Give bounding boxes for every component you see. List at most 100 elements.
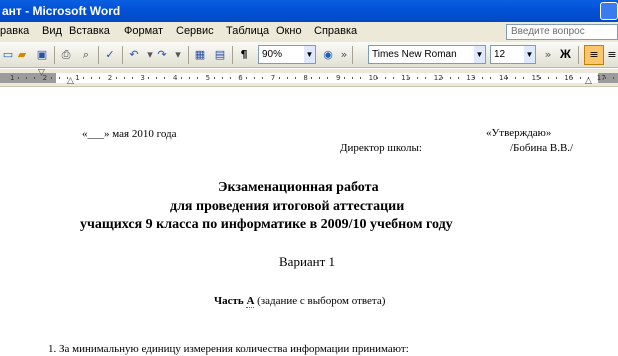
ruler-number: 9 (336, 74, 341, 82)
ruler-tick (156, 77, 158, 79)
part-letter: А (246, 295, 255, 308)
chevron-down-icon: ▼ (524, 46, 535, 63)
part-heading: Часть А (задание с выбором ответа) (214, 295, 386, 308)
ruler-tick (580, 77, 582, 79)
ruler-number: 3 (140, 74, 145, 82)
first-line-indent-marker[interactable]: ▽ (38, 69, 45, 78)
ruler-number: 2 (107, 74, 113, 82)
ruler-number: 8 (303, 74, 308, 82)
document-page[interactable]: «___» мая 2010 года «Утверждаю» Директор… (0, 88, 618, 356)
save-icon[interactable]: ▣ (34, 47, 50, 63)
help-icon[interactable]: ◉ (320, 47, 336, 63)
ruler-tick (34, 77, 35, 79)
question-1: 1. За минимальную единицу измерения коли… (48, 343, 409, 355)
part-description: (задание с выбором ответа) (257, 295, 386, 307)
ruler-number: 1 (10, 74, 15, 82)
font-size-select[interactable]: 12 ▼ (490, 45, 536, 64)
ruler-tick (352, 77, 353, 79)
ruler-tick (123, 77, 125, 79)
exam-class-line: учащихся 9 класса по информатике в 2009/… (80, 217, 453, 232)
ruler-tick (286, 77, 288, 79)
ruler-tick (555, 77, 557, 79)
undo-icon[interactable]: ↶ (126, 47, 142, 63)
ruler-tick (181, 77, 182, 79)
ask-question-input[interactable]: Введите вопрос (506, 24, 618, 40)
approval-label: «Утверждаю» (486, 127, 552, 139)
menu-bar: равка Вид Вставка Формат Сервис Таблица … (0, 22, 618, 42)
print-icon[interactable]: ⎙ (58, 47, 74, 63)
exam-subtitle: для проведения итоговой аттестации (170, 199, 405, 214)
ruler-left-margin (0, 73, 56, 83)
spelling-icon[interactable]: ✓ (102, 47, 118, 63)
font-size-value: 12 (494, 49, 506, 60)
right-indent-marker[interactable]: △ (585, 77, 592, 86)
exam-title: Экзаменационная работа (218, 180, 379, 195)
ruler-tick (26, 77, 27, 79)
font-name-select[interactable]: Times New Roman ▼ (368, 45, 486, 64)
ruler-tick (229, 77, 231, 79)
ruler-tick (213, 77, 215, 79)
ruler-tick (539, 77, 541, 79)
toolbar-options-icon[interactable]: » (336, 47, 352, 63)
menu-window[interactable]: Окно (276, 25, 302, 37)
toolbar-separator (578, 46, 579, 64)
ruler-number: 4 (173, 74, 178, 82)
ruler-tick (319, 77, 321, 79)
menu-table[interactable]: Таблица (226, 25, 269, 37)
redo-dropdown-icon[interactable]: ▾ (170, 47, 186, 63)
ruler-tick (58, 77, 60, 79)
director-label: Директор школы: (340, 142, 422, 154)
zoom-value: 90% (262, 49, 283, 60)
insert-table-icon[interactable]: ▦ (192, 47, 208, 63)
ruler-tick (278, 77, 280, 79)
window-title: ант - Microsoft Word (2, 4, 121, 18)
ruler-tick (392, 77, 394, 79)
ruler-tick (572, 77, 574, 79)
part-word: Часть (214, 295, 244, 307)
ruler-tick (409, 77, 411, 79)
ruler-tick (523, 77, 524, 79)
ruler-tick (547, 77, 549, 79)
bold-button[interactable]: Ж (560, 47, 571, 61)
ruler-tick (99, 77, 101, 79)
toolbar-separator (54, 46, 55, 64)
align-left-button[interactable]: ≡ (584, 45, 604, 65)
hanging-indent-marker[interactable]: △ (67, 77, 74, 86)
toolbar-options-icon[interactable]: » (540, 47, 556, 63)
menu-format[interactable]: Формат (124, 25, 163, 37)
ruler-number: 6 (238, 74, 243, 82)
ruler-tick (507, 77, 508, 79)
menu-edit[interactable]: равка (0, 25, 29, 37)
ruler-tick (376, 77, 378, 79)
insert-excel-icon[interactable]: ▤ (212, 47, 228, 63)
ruler-tick (246, 77, 248, 79)
open-folder-icon[interactable]: ▰ (14, 47, 30, 63)
minimize-button[interactable] (600, 2, 618, 20)
ruler-tick (262, 77, 264, 79)
toolbar-separator (232, 46, 233, 64)
ruler-tick (384, 77, 386, 79)
menu-view[interactable]: Вид (42, 25, 62, 37)
ruler-tick (441, 77, 443, 79)
show-formatting-icon[interactable]: ¶ (236, 47, 252, 63)
print-preview-icon[interactable]: ⌕ (78, 47, 94, 63)
ruler-tick (164, 77, 166, 79)
title-bar: ант - Microsoft Word (0, 0, 618, 22)
ruler-tick (311, 77, 313, 79)
ruler-tick (197, 77, 198, 79)
toolbar-separator (98, 46, 99, 64)
ruler-tick (474, 77, 476, 79)
ruler-tick (294, 77, 296, 79)
ruler-number: 1 (75, 74, 80, 82)
align-center-icon[interactable]: ≡ (604, 47, 618, 63)
ruler-tick (417, 77, 419, 79)
menu-service[interactable]: Сервис (176, 25, 214, 37)
align-left-icon: ≡ (589, 48, 599, 61)
ruler-tick (148, 77, 150, 79)
redo-icon[interactable]: ↷ (154, 47, 170, 63)
zoom-select[interactable]: 90% ▼ (258, 45, 316, 64)
ruler-number: 7 (270, 74, 276, 82)
menu-help[interactable]: Справка (314, 25, 357, 37)
menu-insert[interactable]: Вставка (69, 25, 110, 37)
horizontal-ruler[interactable]: 12123456789101112131415161718 ▽ △ △ (0, 69, 618, 87)
